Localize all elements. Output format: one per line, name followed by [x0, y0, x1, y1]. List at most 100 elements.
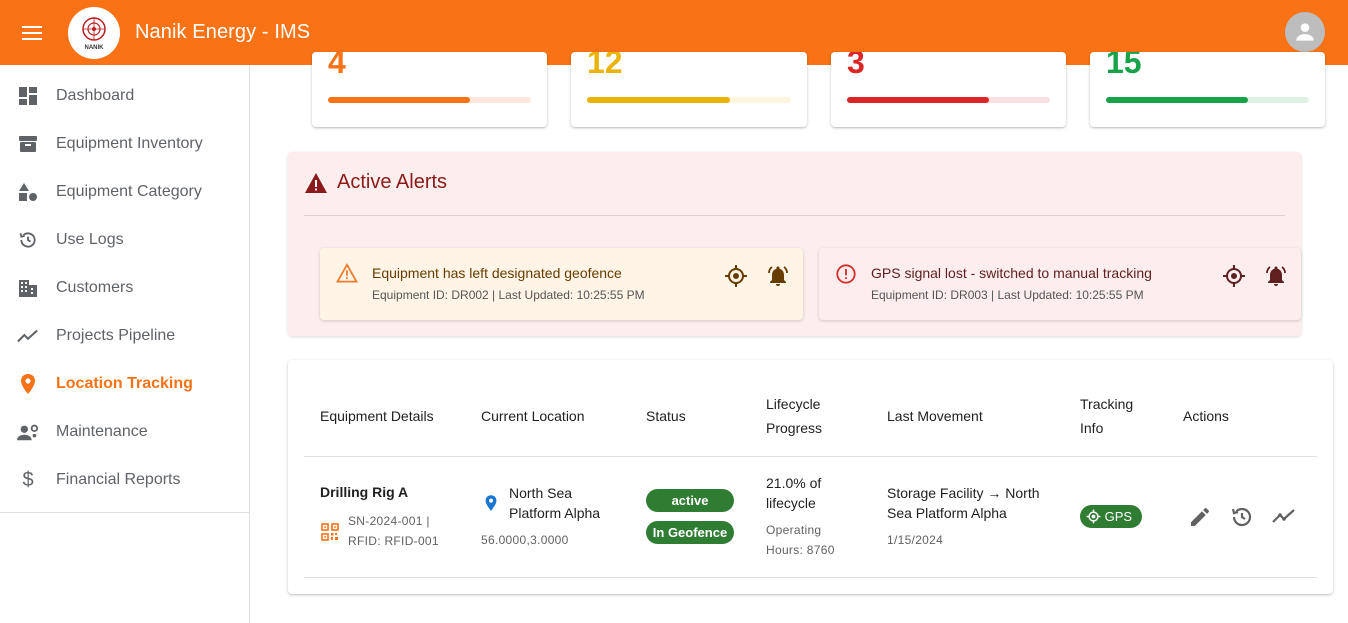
bell-alert-icon[interactable] [1264, 264, 1288, 288]
alert-card-warning: Equipment has left designated geofence E… [320, 248, 803, 320]
movement-route: Storage Facility → North [887, 485, 1040, 501]
stat-value: 12 [587, 52, 623, 80]
header-line: Info [1080, 420, 1104, 436]
sidebar-item-use-logs[interactable]: Use Logs [0, 216, 249, 264]
sidebar-item-financial-reports[interactable]: $ Financial Reports [0, 456, 249, 504]
column-header-status[interactable]: Status [646, 404, 686, 428]
stat-value: 4 [328, 52, 346, 80]
locate-icon[interactable] [724, 264, 748, 288]
category-icon [17, 181, 39, 203]
stat-progress-fill [587, 97, 730, 103]
sidebar-item-label: Maintenance [56, 423, 148, 440]
alerts-header: Active Alerts [304, 171, 447, 194]
sidebar-item-customers[interactable]: Customers [0, 264, 249, 312]
location-line: North Sea [509, 485, 573, 501]
alert-title: GPS signal lost - switched to manual tra… [871, 265, 1152, 281]
stat-progress-bar [1106, 97, 1309, 103]
locate-icon[interactable] [1222, 264, 1246, 288]
status-badge: active [646, 489, 734, 512]
location-pin-icon [485, 495, 497, 511]
sidebar-item-label: Dashboard [56, 87, 135, 104]
error-outline-icon [836, 264, 856, 284]
dashboard-icon [17, 85, 39, 107]
sidebar-item-label: Equipment Category [56, 183, 202, 200]
column-header-details[interactable]: Equipment Details [320, 404, 434, 428]
lifecycle-percent: lifecycle [766, 495, 816, 511]
rfid-number: RFID: RFID-001 [348, 534, 439, 548]
stat-progress-bar [587, 97, 791, 103]
sidebar-item-label: Use Logs [56, 231, 124, 248]
coordinates: 56.0000,3.0000 [481, 533, 569, 547]
edit-icon[interactable] [1188, 505, 1212, 529]
building-icon [17, 277, 39, 299]
person-icon [1296, 23, 1314, 41]
header-divider [304, 456, 1317, 457]
history-icon[interactable] [1230, 505, 1254, 529]
equipment-name: Drilling Rig A [320, 484, 409, 500]
archive-icon [17, 133, 39, 155]
stat-progress-bar [847, 97, 1050, 103]
sidebar-item-label: Financial Reports [56, 471, 181, 488]
menu-button[interactable] [0, 0, 64, 65]
bell-alert-icon[interactable] [766, 264, 790, 288]
location-pin-icon [17, 373, 39, 395]
location-line: Platform Alpha [509, 505, 601, 521]
svg-text:NANIK: NANIK [85, 45, 105, 51]
hamburger-menu-icon [22, 25, 42, 40]
warning-outline-icon [336, 263, 358, 283]
stat-card: 3 [831, 52, 1066, 127]
serial-number: SN-2024-001 | [348, 514, 430, 528]
alert-title: Equipment has left designated geofence [372, 265, 622, 281]
operating-hours: Operating [766, 523, 822, 537]
equipment-tracking-table: Equipment Details Current Location Statu… [288, 360, 1333, 594]
alerts-title: Active Alerts [337, 171, 448, 193]
stat-progress-fill [847, 97, 990, 103]
alert-card-error: GPS signal lost - switched to manual tra… [819, 248, 1301, 320]
lifecycle-percent: 21.0% of [766, 475, 822, 491]
movement-route: Sea Platform Alpha [887, 505, 1007, 521]
column-header-lifecycle[interactable]: Lifecycle Progress [766, 392, 822, 440]
geofence-badge: In Geofence [646, 521, 734, 544]
column-header-tracking[interactable]: Tracking Info [1080, 392, 1133, 440]
sidebar-item-label: Location Tracking [56, 375, 193, 392]
stat-progress-fill [1106, 97, 1249, 103]
app-title: Nanik Energy - IMS [135, 21, 311, 43]
operating-hours: Hours: 8760 [766, 543, 835, 557]
stat-value: 15 [1106, 52, 1142, 80]
qr-code-icon[interactable] [321, 523, 339, 541]
sidebar-item-maintenance[interactable]: Maintenance [0, 408, 249, 456]
dollar-icon: $ [22, 468, 34, 491]
sidebar-item-equipment-inventory[interactable]: Equipment Inventory [0, 120, 249, 168]
trending-icon[interactable] [1272, 505, 1296, 529]
gps-icon [1086, 509, 1101, 524]
nav-list: Dashboard Equipment Inventory Equipment … [0, 65, 249, 513]
history-icon [17, 229, 39, 251]
sidebar-item-location-tracking[interactable]: Location Tracking [0, 360, 249, 408]
header-line: Tracking [1080, 396, 1134, 412]
trending-icon [17, 325, 39, 347]
stat-card: 4 [312, 52, 547, 127]
stat-progress-fill [328, 97, 471, 103]
alert-subtitle: Equipment ID: DR003 | Last Updated: 10:2… [871, 288, 1144, 302]
sidebar-item-equipment-category[interactable]: Equipment Category [0, 168, 249, 216]
header-line: Lifecycle [766, 396, 821, 412]
header-line: Progress [766, 420, 823, 436]
row-divider [304, 577, 1317, 578]
warning-icon [305, 172, 327, 193]
sidebar-item-label: Equipment Inventory [56, 135, 203, 152]
user-avatar[interactable] [1285, 12, 1325, 52]
column-header-movement[interactable]: Last Movement [887, 404, 983, 428]
sidebar-item-projects-pipeline[interactable]: Projects Pipeline [0, 312, 249, 360]
sidebar-item-label: Projects Pipeline [56, 327, 176, 344]
divider [304, 215, 1285, 216]
sidebar-item-dashboard[interactable]: Dashboard [0, 72, 249, 120]
active-alerts-panel: Active Alerts Equipment has left designa… [288, 152, 1301, 336]
sidebar-item-label: Customers [56, 279, 134, 296]
column-header-location[interactable]: Current Location [481, 404, 585, 428]
engineering-icon [17, 421, 39, 443]
alert-subtitle: Equipment ID: DR002 | Last Updated: 10:2… [372, 288, 645, 302]
stat-card: 15 [1090, 52, 1325, 127]
company-logo: NANIK [68, 6, 120, 59]
stat-card: 12 [571, 52, 807, 127]
stat-progress-bar [328, 97, 531, 103]
